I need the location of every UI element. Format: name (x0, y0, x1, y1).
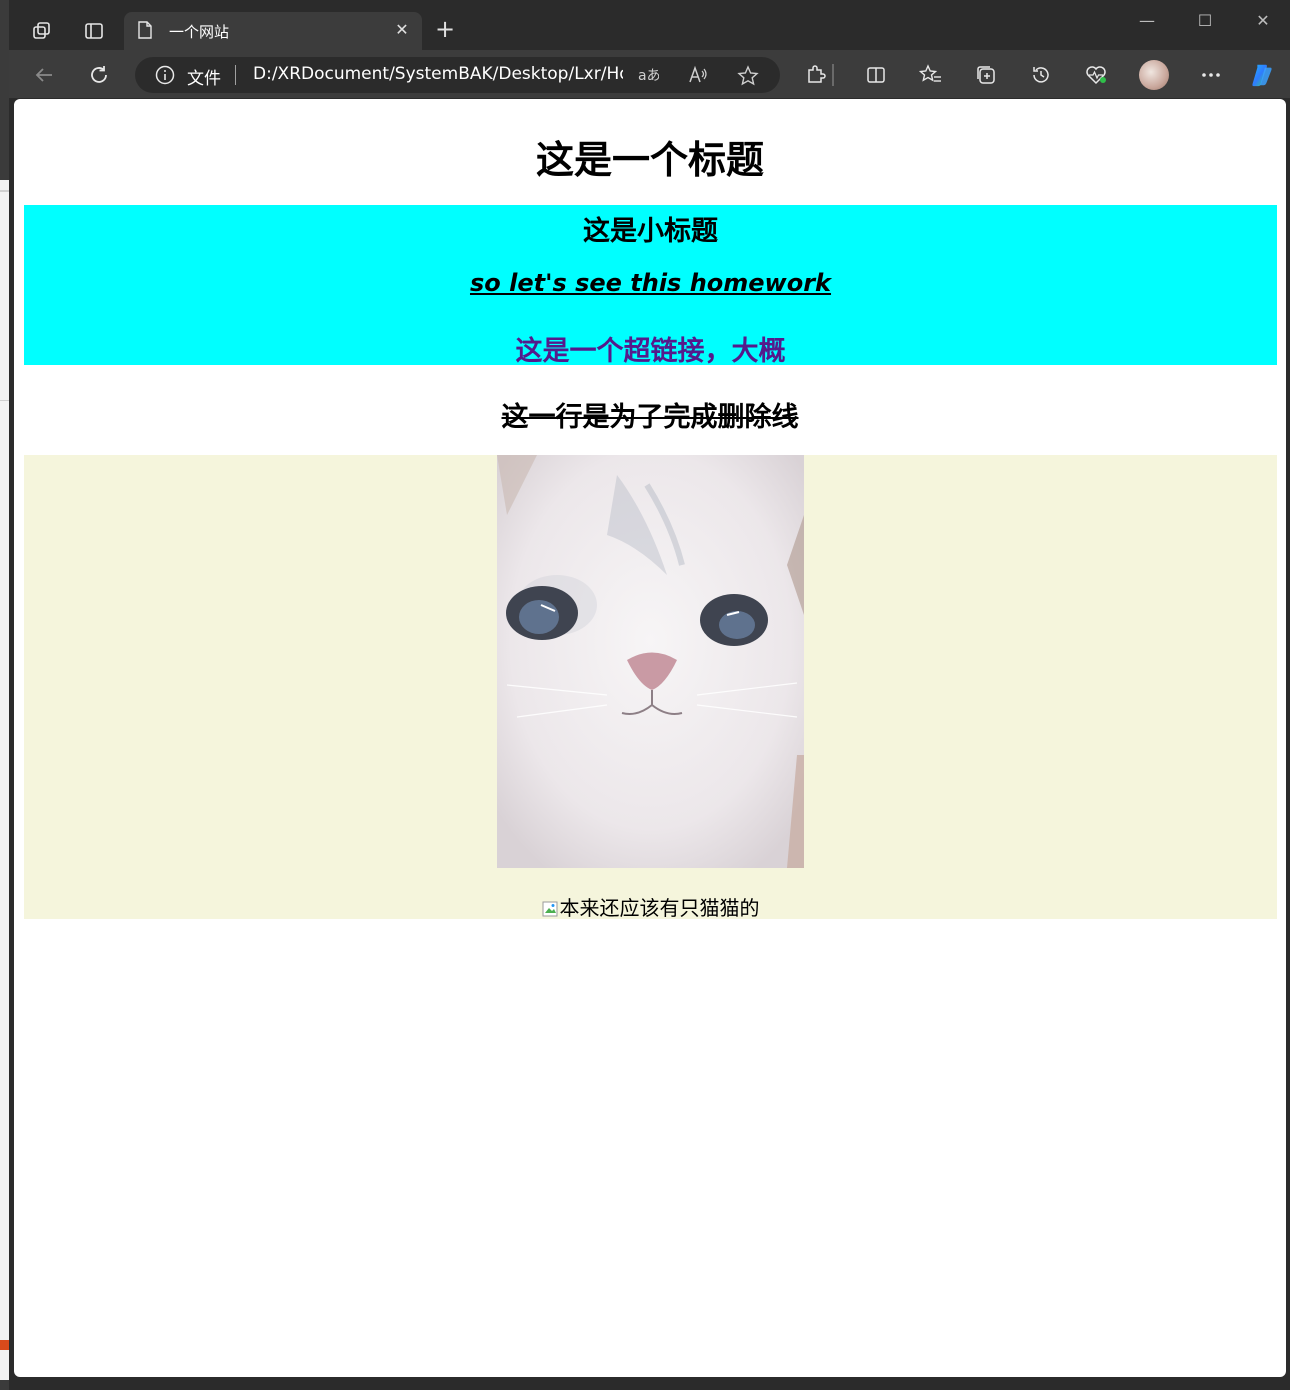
strikethrough-text: 这一行是为了完成删除线 (501, 402, 799, 433)
toolbar-divider (832, 64, 834, 86)
section-subtitle: 这是小标题 (583, 216, 718, 247)
cat-image (497, 455, 804, 868)
favorite-star-icon[interactable] (737, 65, 759, 87)
extensions-icon[interactable] (802, 62, 828, 88)
split-screen-icon[interactable] (863, 62, 889, 88)
maximize-button[interactable]: ☐ (1185, 8, 1225, 34)
broken-image-alt-text: 本来还应该有只猫猫的 (559, 896, 760, 920)
file-scheme-label: 文件 (187, 69, 221, 89)
copilot-icon[interactable] (1249, 62, 1275, 88)
new-tab-button[interactable]: + (434, 17, 456, 41)
info-icon[interactable] (155, 65, 175, 85)
address-bar[interactable]: 文件 D:/XRDocument/SystemBAK/Desktop/Lxr/H… (135, 57, 780, 93)
history-icon[interactable] (1028, 62, 1054, 88)
svg-text:aあ: aあ (638, 68, 659, 84)
tab-title: 一个网站 (169, 23, 230, 41)
image-section: 本来还应该有只猫猫的 (24, 455, 1277, 921)
address-divider (235, 65, 236, 85)
active-tab[interactable]: 一个网站 ✕ (124, 12, 422, 50)
cyan-section: 这是小标题 so let's see this homework 这是一个超链接… (24, 205, 1277, 368)
url-text[interactable]: D:/XRDocument/SystemBAK/Desktop/Lxr/Ho..… (253, 64, 623, 84)
browser-window: 一个网站 ✕ + — ☐ ✕ 文件 D:/XRDocument/SystemBA… (9, 0, 1290, 1390)
read-aloud-icon[interactable] (687, 65, 709, 87)
vertical-tabs-icon[interactable] (81, 18, 107, 44)
refresh-icon[interactable] (86, 62, 112, 88)
navigation-toolbar: 文件 D:/XRDocument/SystemBAK/Desktop/Lxr/H… (9, 50, 1290, 98)
document-icon (138, 21, 152, 39)
italic-underlined-text: so let's see this homework (469, 269, 832, 297)
broken-image: 本来还应该有只猫猫的 (24, 892, 1277, 921)
broken-image-icon (542, 898, 558, 917)
profile-avatar[interactable] (1139, 60, 1169, 90)
browser-essentials-icon[interactable] (1083, 62, 1109, 88)
page-viewport: 这是一个标题 这是小标题 so let's see this homework … (14, 99, 1286, 1377)
collections-icon[interactable] (973, 62, 999, 88)
favorites-icon[interactable] (918, 62, 944, 88)
back-arrow-icon[interactable] (31, 62, 57, 88)
translate-icon[interactable]: aあ (637, 65, 661, 87)
close-tab-icon[interactable]: ✕ (394, 22, 410, 38)
minimize-button[interactable]: — (1127, 8, 1167, 34)
page-title: 这是一个标题 (535, 138, 764, 182)
more-options-icon[interactable] (1198, 62, 1224, 88)
close-window-button[interactable]: ✕ (1243, 8, 1283, 34)
hyperlink[interactable]: 这是一个超链接，大概 (24, 329, 1277, 368)
tab-bar: 一个网站 ✕ + — ☐ ✕ (9, 0, 1290, 50)
workspaces-icon[interactable] (29, 18, 55, 44)
